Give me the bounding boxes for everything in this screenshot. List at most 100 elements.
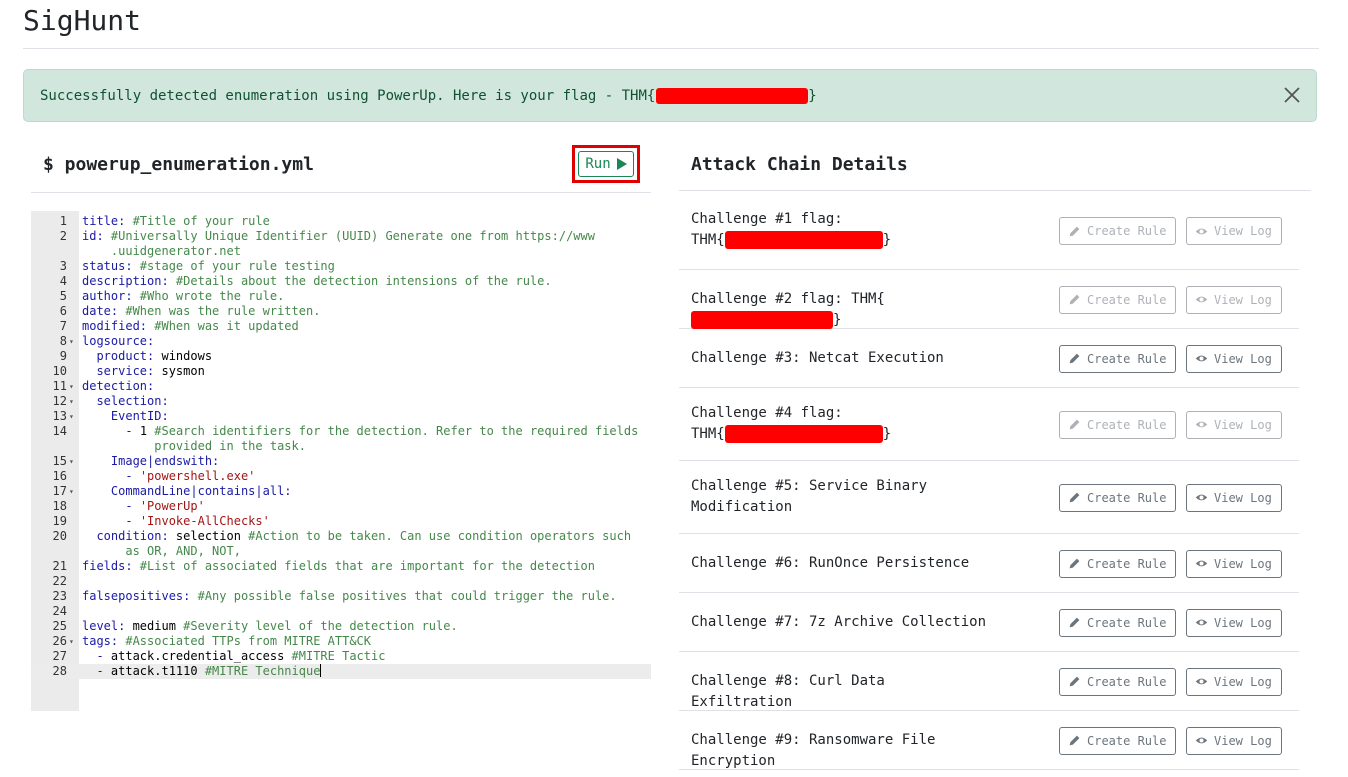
code-text: - 'powershell.exe'	[125, 469, 256, 483]
view-log-button[interactable]: View Log	[1186, 549, 1282, 578]
create-rule-button[interactable]: Create Rule	[1059, 483, 1176, 512]
code-line[interactable]: 27 - attack.credential_access #MITRE Tac…	[31, 649, 651, 664]
code-line[interactable]: 16 - 'powershell.exe'	[31, 469, 651, 484]
challenge-label: Challenge #2 flag: THM{}	[691, 290, 885, 329]
code-line[interactable]: 21 fields: #List of associated fields tha…	[31, 559, 651, 574]
code-line[interactable]: 1 title: #Title of your rule	[31, 214, 651, 229]
line-number: 2	[59, 229, 67, 243]
fold-arrow-icon[interactable]: ▾	[69, 394, 74, 409]
view-log-button: View Log	[1186, 410, 1282, 439]
code-line[interactable]: 10 service: sysmon	[31, 364, 651, 379]
code-line[interactable]: 15 ▾ Image|endswith:	[31, 454, 651, 469]
code-line[interactable]: 19 - 'Invoke-AllChecks'	[31, 514, 651, 529]
fold-arrow-icon[interactable]: ▾	[69, 409, 74, 424]
details-title: Attack Chain Details	[691, 154, 908, 175]
code-text: modified: #When was it updated	[82, 319, 299, 333]
eye-icon	[1195, 494, 1208, 501]
code-line[interactable]: 3 status: #stage of your rule testing	[31, 259, 651, 274]
view-log-button[interactable]: View Log	[1186, 726, 1282, 755]
code-line[interactable]: 13 ▾ EventID:	[31, 409, 651, 424]
code-text: - 'PowerUp'	[125, 499, 205, 513]
create-rule-button[interactable]: Create Rule	[1059, 726, 1176, 755]
create-rule-button[interactable]: Create Rule	[1059, 344, 1176, 373]
challenge-label: Challenge #5: Service Binary Modification	[691, 477, 928, 515]
line-number: 7	[59, 319, 67, 333]
fold-arrow-icon[interactable]: ▾	[69, 484, 74, 499]
code-line[interactable]: 23 falsepositives: #Any possible false po…	[31, 589, 651, 604]
code-line[interactable]: 28 - attack.t1110 #MITRE Technique	[31, 664, 651, 679]
line-number: 11	[52, 379, 67, 393]
view-log-button[interactable]: View Log	[1186, 344, 1282, 373]
code-text: product: windows	[96, 349, 213, 363]
challenge-label: Challenge #1 flag: THM{}	[691, 211, 892, 249]
code-line[interactable]: 11 ▾ detection:	[31, 379, 651, 394]
fold-arrow-icon[interactable]: ▾	[69, 634, 74, 649]
challenge-row: Challenge #9: Ransomware File Encryption…	[679, 711, 1299, 770]
code-text: EventID:	[110, 409, 169, 423]
code-line[interactable]: 2 id: #Universally Unique Identifier (UUI…	[31, 229, 651, 244]
code-text: author: #Who wrote the rule.	[82, 289, 285, 303]
line-number: 8	[59, 334, 67, 348]
run-button[interactable]: Run	[578, 151, 634, 177]
text-caret	[320, 664, 322, 677]
app-title: SigHunt	[23, 4, 142, 37]
code-line[interactable]: 12 ▾ selection:	[31, 394, 651, 409]
code-text: fields: #List of associated fields that …	[82, 559, 595, 573]
fold-arrow-icon[interactable]: ▾	[69, 454, 74, 469]
line-number: 23	[52, 589, 67, 603]
code-text: as OR, AND, NOT,	[82, 544, 241, 558]
code-line[interactable]: 5 author: #Who wrote the rule.	[31, 289, 651, 304]
code-line[interactable]: 14 - 1 #Search identifiers for the detec…	[31, 424, 651, 439]
view-log-button[interactable]: View Log	[1186, 483, 1282, 512]
code-line[interactable]: provided in the task.	[31, 439, 651, 454]
alert-text: Successfully detected enumeration using …	[40, 88, 656, 104]
create-rule-button[interactable]: Create Rule	[1059, 667, 1176, 696]
eye-icon	[1195, 619, 1208, 626]
line-number: 26	[52, 634, 67, 648]
line-number: 25	[52, 619, 67, 633]
editor-header: $ powerup_enumeration.yml Run	[31, 140, 651, 193]
code-line[interactable]: 7 modified: #When was it updated	[31, 319, 651, 334]
view-log-button[interactable]: View Log	[1186, 667, 1282, 696]
fold-arrow-icon[interactable]: ▾	[69, 334, 74, 349]
fold-arrow-icon[interactable]: ▾	[69, 379, 74, 394]
eye-icon	[1195, 355, 1208, 362]
line-number: 17	[52, 484, 67, 498]
view-log-button[interactable]: View Log	[1186, 608, 1282, 637]
code-line[interactable]: 26 ▾ tags: #Associated TTPs from MITRE ATT…	[31, 634, 651, 649]
create-rule-button[interactable]: Create Rule	[1059, 608, 1176, 637]
code-editor[interactable]: 1 title: #Title of your rule 2 id: #Univers…	[31, 211, 651, 711]
code-line[interactable]: 20 condition: selection #Action to be ta…	[31, 529, 651, 544]
eye-icon	[1195, 737, 1208, 744]
code-line[interactable]: 24	[31, 604, 651, 619]
pencil-icon	[1069, 492, 1080, 503]
code-line[interactable]: 4 description: #Details about the detecti…	[31, 274, 651, 289]
code-text: id: #Universally Unique Identifier (UUID…	[82, 229, 595, 243]
code-line[interactable]: 25 level: medium #Severity level of the d…	[31, 619, 651, 634]
code-text: logsource:	[82, 334, 155, 348]
line-number: 14	[52, 424, 67, 438]
code-text: service: sysmon	[96, 364, 205, 378]
code-line[interactable]: 17 ▾ CommandLine|contains|all:	[31, 484, 651, 499]
code-line[interactable]: 22	[31, 574, 651, 589]
challenge-row: Challenge #1 flag: THM{} Create Rule View L…	[679, 192, 1299, 270]
code-text: description: #Details about the detectio…	[82, 274, 552, 288]
code-line[interactable]: 18 - 'PowerUp'	[31, 499, 651, 514]
code-text: CommandLine|contains|all:	[110, 484, 292, 498]
code-line[interactable]: .uuidgenerator.net	[31, 244, 651, 259]
code-line[interactable]: 9 product: windows	[31, 349, 651, 364]
details-divider	[679, 190, 1311, 191]
create-rule-button[interactable]: Create Rule	[1059, 549, 1176, 578]
line-number: 1	[59, 214, 67, 228]
challenge-row: Challenge #5: Service Binary Modification…	[679, 461, 1299, 534]
pencil-icon	[1069, 353, 1080, 364]
alert-text-end: }	[808, 88, 817, 104]
code-text: condition: selection #Action to be taken…	[96, 529, 632, 543]
code-line[interactable]: as OR, AND, NOT,	[31, 544, 651, 559]
line-number: 15	[52, 454, 67, 468]
close-icon[interactable]	[1282, 85, 1302, 105]
run-label: Run	[585, 156, 611, 172]
code-line[interactable]: 8 ▾ logsource:	[31, 334, 651, 349]
view-log-button: View Log	[1186, 217, 1282, 245]
code-line[interactable]: 6 date: #When was the rule written.	[31, 304, 651, 319]
